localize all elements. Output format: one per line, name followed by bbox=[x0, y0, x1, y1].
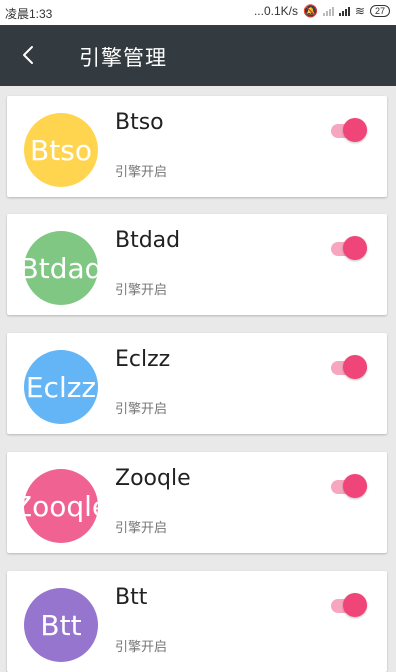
engine-card[interactable]: Eclzz Eclzz 引擎开启 bbox=[7, 333, 387, 434]
status-bar: 凌晨1:33 ...0.1K/s 🔕 ≋ 27 bbox=[0, 0, 396, 25]
engine-avatar: Eclzz bbox=[24, 350, 98, 424]
mute-icon: 🔕 bbox=[302, 4, 318, 18]
page-title: 引擎管理 bbox=[79, 46, 167, 70]
signal-dim-icon bbox=[322, 6, 334, 16]
signal-icon bbox=[338, 6, 350, 16]
toggle-thumb bbox=[343, 236, 367, 260]
engine-name: Btso bbox=[115, 110, 164, 135]
engine-avatar: Btdad bbox=[24, 231, 98, 305]
engine-avatar: Zooqle bbox=[24, 469, 98, 543]
engine-avatar: Btso bbox=[24, 113, 98, 187]
toggle-thumb bbox=[343, 474, 367, 498]
back-arrow-icon[interactable] bbox=[18, 44, 40, 66]
avatar-label: Btso bbox=[30, 133, 92, 167]
engine-toggle[interactable] bbox=[331, 355, 367, 381]
engine-card[interactable]: Btdad Btdad 引擎开启 bbox=[7, 214, 387, 315]
status-time: 凌晨1:33 bbox=[5, 7, 53, 21]
engine-status: 引擎开启 bbox=[115, 521, 168, 536]
toggle-thumb bbox=[343, 118, 367, 142]
engine-status: 引擎开启 bbox=[115, 283, 168, 298]
toggle-thumb bbox=[343, 355, 367, 379]
network-speed: ...0.1K/s bbox=[253, 4, 298, 18]
avatar-label: Btt bbox=[40, 608, 82, 642]
battery-icon: 27 bbox=[369, 5, 390, 17]
app-bar: 引擎管理 bbox=[0, 25, 396, 86]
engine-name: Zooqle bbox=[115, 466, 191, 491]
avatar-label: Eclzz bbox=[25, 370, 97, 404]
status-indicators: ...0.1K/s 🔕 ≋ 27 bbox=[254, 4, 390, 18]
engine-name: Eclzz bbox=[115, 347, 171, 372]
engine-status: 引擎开启 bbox=[115, 640, 168, 655]
engine-card[interactable]: Btso Btso 引擎开启 bbox=[7, 96, 387, 197]
avatar-label: Zooqle bbox=[24, 489, 98, 523]
engine-toggle[interactable] bbox=[331, 474, 367, 500]
engine-status: 引擎开启 bbox=[115, 165, 168, 180]
toggle-thumb bbox=[343, 593, 367, 617]
engine-toggle[interactable] bbox=[331, 593, 367, 619]
engine-toggle[interactable] bbox=[331, 236, 367, 262]
engine-card[interactable]: Zooqle Zooqle 引擎开启 bbox=[7, 452, 387, 553]
engine-name: Btt bbox=[115, 585, 148, 610]
wifi-icon: ≋ bbox=[354, 4, 365, 18]
engine-avatar: Btt bbox=[24, 588, 98, 662]
engine-toggle[interactable] bbox=[331, 118, 367, 144]
engine-name: Btdad bbox=[115, 228, 181, 253]
avatar-label: Btdad bbox=[24, 251, 98, 285]
engine-status: 引擎开启 bbox=[115, 402, 168, 417]
engine-card[interactable]: Btt Btt 引擎开启 bbox=[7, 571, 387, 672]
